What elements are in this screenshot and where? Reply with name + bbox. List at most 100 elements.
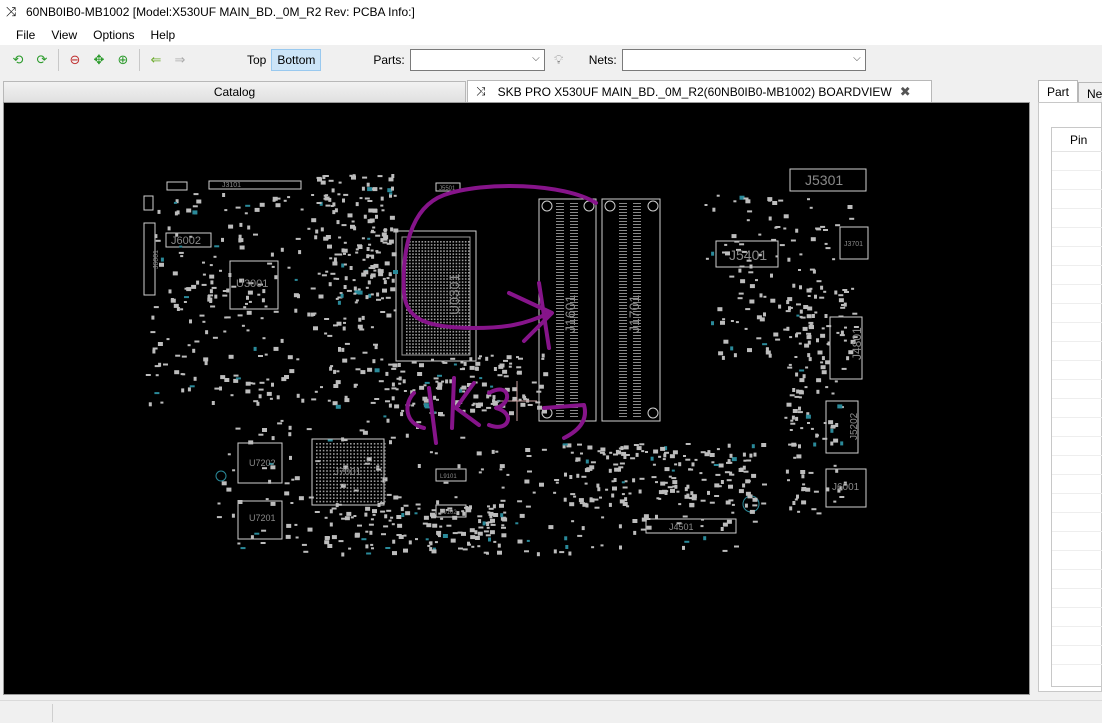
component-pad [652,463,656,466]
bga-ball [384,490,386,493]
table-row[interactable] [1052,380,1102,399]
slot-pin [570,248,578,249]
component-pad [663,453,667,458]
component-pad [427,544,431,547]
bga-ball [406,293,408,296]
board-drawing[interactable]: J3101 J6002 J6001 U3001 U0301 J1601 J170… [4,103,1029,694]
menu-view[interactable]: View [43,26,85,44]
table-row[interactable] [1052,209,1102,228]
zoom-in-icon[interactable]: ⊕ [111,48,135,72]
tab-boardview[interactable]: ⤨ SKB PRO X530UF MAIN_BD._0M_R2(60NB0IB0… [467,80,932,102]
bga-ball [319,456,321,459]
table-row[interactable] [1052,475,1102,494]
table-row[interactable] [1052,266,1102,285]
table-row[interactable] [1052,551,1102,570]
bga-ball [455,268,458,271]
menu-options[interactable]: Options [85,26,142,44]
refresh-cycle-icon[interactable]: ⟳ [30,48,54,72]
table-row[interactable] [1052,361,1102,380]
nets-combo[interactable]: ⌵ [621,49,866,71]
component-pad [792,409,798,413]
slot-pin [633,380,641,381]
component-pad [414,512,418,515]
table-row[interactable] [1052,342,1102,361]
tab-net[interactable]: Ne [1078,82,1102,104]
bga-ball [418,268,420,271]
table-row[interactable] [1052,494,1102,513]
bga-ball [370,480,372,482]
forward-arrow-icon[interactable]: ⇒ [168,48,192,72]
bga-ball [433,340,436,342]
bga-ball [468,315,470,317]
tab-part[interactable]: Part [1038,80,1079,102]
component-pad [259,202,265,207]
table-row[interactable] [1052,513,1102,532]
table-row[interactable] [1052,437,1102,456]
component-pad [243,306,247,309]
bga-ball [421,244,424,246]
menu-help[interactable]: Help [143,26,184,44]
pin-column-header[interactable]: Pin [1052,128,1102,152]
table-row[interactable] [1052,285,1102,304]
side-tab-strip: Part Ne [1038,80,1102,104]
bga-ball [461,262,464,265]
bga-ball [430,253,433,255]
bga-ball [409,346,411,348]
bga-ball [409,244,411,246]
slot-pin [556,374,564,375]
component-pad [597,487,601,492]
table-row[interactable] [1052,152,1102,171]
component-pad [370,326,374,329]
close-icon[interactable]: ✖ [900,84,911,100]
table-row[interactable] [1052,418,1102,437]
back-arrow-icon[interactable]: ⇐ [144,48,168,72]
menu-file[interactable]: File [8,26,43,44]
layer-top-button[interactable]: Top [242,50,271,70]
bga-ball [360,500,362,503]
table-row[interactable] [1052,589,1102,608]
fit-view-icon[interactable]: ✥ [87,48,111,72]
component-pad [485,534,491,537]
component-pad [295,237,301,240]
zoom-out-icon[interactable]: ⊖ [63,48,87,72]
bga-ball [412,262,414,265]
bga-ball [455,321,458,324]
table-row[interactable] [1052,304,1102,323]
bga-ball [446,253,448,255]
bga-ball [367,497,369,499]
component-pad [749,284,755,289]
table-row[interactable] [1052,532,1102,551]
bga-ball [430,293,433,296]
board-canvas[interactable]: J3101 J6002 J6001 U3001 U0301 J1601 J170… [3,102,1030,695]
component-pad [347,213,353,218]
component-pad [184,296,189,299]
table-row[interactable] [1052,646,1102,665]
bga-ball [350,443,352,445]
bga-ball [449,337,451,339]
refresh-green-icon[interactable]: ⟲ [6,48,30,72]
bga-ball [370,483,372,486]
table-row[interactable] [1052,399,1102,418]
table-row[interactable] [1052,190,1102,209]
table-row[interactable] [1052,247,1102,266]
tab-catalog[interactable]: Catalog [3,81,466,102]
component-pad [289,455,292,460]
lightbulb-icon[interactable]: 💡︎ [547,48,571,72]
label-j3701: J3701 [844,241,863,248]
table-row[interactable] [1052,608,1102,627]
component-pad [660,481,666,486]
table-row[interactable] [1052,627,1102,646]
component-pad [335,404,341,409]
component-pad [541,357,545,360]
slot-pin [633,290,641,291]
parts-combo[interactable]: ⌵ [409,49,545,71]
table-row[interactable] [1052,171,1102,190]
table-row[interactable] [1052,228,1102,247]
layer-bottom-button[interactable]: Bottom [271,49,322,71]
component-pad [239,245,245,250]
component-pad [575,459,579,462]
table-row[interactable] [1052,323,1102,342]
table-row[interactable] [1052,570,1102,589]
bga-ball [418,296,420,299]
table-row[interactable] [1052,456,1102,475]
